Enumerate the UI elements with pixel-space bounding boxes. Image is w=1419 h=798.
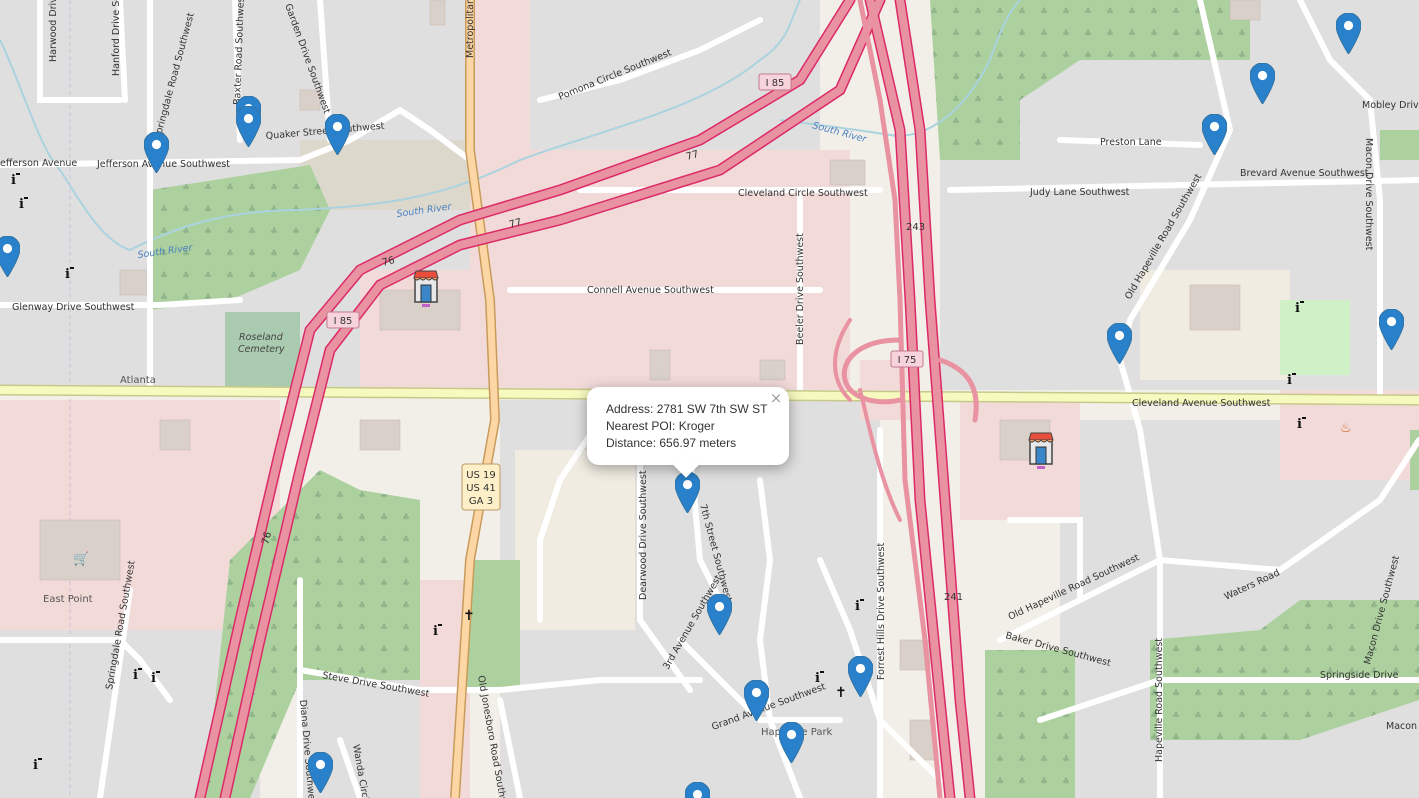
svg-text:Beeler Drive Southwest: Beeler Drive Southwest [795, 233, 806, 345]
marker-popup: × Address: 2781 SW 7th SW ST Nearest POI… [587, 387, 789, 478]
popup-address: Address: 2781 SW 7th SW ST [606, 402, 768, 416]
shop-icon [413, 270, 439, 308]
svg-text:Harwood Drive Southwest: Harwood Drive Southwest [48, 0, 59, 62]
svg-text:Preston Lane: Preston Lane [1100, 137, 1162, 148]
svg-text:Hanford Drive Southwest: Hanford Drive Southwest [111, 0, 122, 76]
svg-text:Atlanta: Atlanta [120, 375, 156, 386]
shield-i85-left: I 85 [326, 311, 360, 329]
svg-text:Mobley Drive: Mobley Drive [1362, 100, 1419, 111]
fire-station-icon: ♨ [1340, 421, 1352, 436]
svg-text:Hapeville Road Southwest: Hapeville Road Southwest [1154, 638, 1165, 762]
map-viewport[interactable]: ♣ i [0, 0, 1419, 798]
svg-text:I 85: I 85 [766, 78, 785, 89]
svg-text:Dearwood Drive Southwest: Dearwood Drive Southwest [638, 470, 649, 600]
shield-i75: I 75 [890, 350, 924, 368]
svg-text:Roseland: Roseland [239, 332, 284, 343]
svg-text:Macon Drive Southwest: Macon Drive Southwest [1363, 138, 1374, 251]
church-icon: ✝ [835, 685, 847, 701]
shield-us19-us41-ga3: US 19 US 41 GA 3 [461, 463, 501, 511]
popup-content: Address: 2781 SW 7th SW ST Nearest POI: … [587, 387, 789, 462]
svg-text:I 85: I 85 [334, 316, 353, 327]
popup-distance: Distance: 656.97 meters [606, 436, 737, 450]
svg-text:East Point: East Point [43, 594, 93, 605]
svg-text:243: 243 [906, 222, 925, 233]
shop-icon [1028, 432, 1054, 470]
svg-text:GA 3: GA 3 [469, 496, 493, 507]
svg-text:Metropolitan Parkway Southwest: Metropolitan Parkway Southwest [465, 0, 476, 58]
svg-text:Brevard Avenue Southwest: Brevard Avenue Southwest [1240, 168, 1369, 179]
svg-text:Judy Lane Southwest: Judy Lane Southwest [1029, 187, 1130, 198]
svg-text:Springside Drive: Springside Drive [1320, 670, 1399, 681]
shield-i85-top: I 85 [758, 73, 792, 91]
svg-text:Connell Avenue Southwest: Connell Avenue Southwest [587, 285, 714, 296]
popup-nearest-poi: Nearest POI: Kroger [606, 419, 715, 433]
school-area-2 [515, 450, 635, 630]
svg-text:US 19: US 19 [466, 470, 496, 481]
svg-text:Cleveland Avenue Southwest: Cleveland Avenue Southwest [1132, 398, 1271, 409]
shopping-cart-icon: 🛒 [73, 551, 89, 567]
svg-text:US 41: US 41 [466, 483, 496, 494]
svg-text:241: 241 [944, 592, 963, 603]
svg-text:Macon D: Macon D [1386, 721, 1419, 732]
svg-text:Glenway Drive Southwest: Glenway Drive Southwest [12, 302, 135, 313]
svg-text:I 75: I 75 [898, 355, 917, 366]
church-icon: ✝ [463, 608, 475, 624]
svg-text:Forrest Hills Drive Southwest: Forrest Hills Drive Southwest [876, 543, 887, 680]
svg-text:efferson Avenue: efferson Avenue [0, 158, 77, 169]
svg-text:Cleveland Circle Southwest: Cleveland Circle Southwest [738, 188, 868, 199]
svg-text:Cemetery: Cemetery [238, 344, 285, 355]
